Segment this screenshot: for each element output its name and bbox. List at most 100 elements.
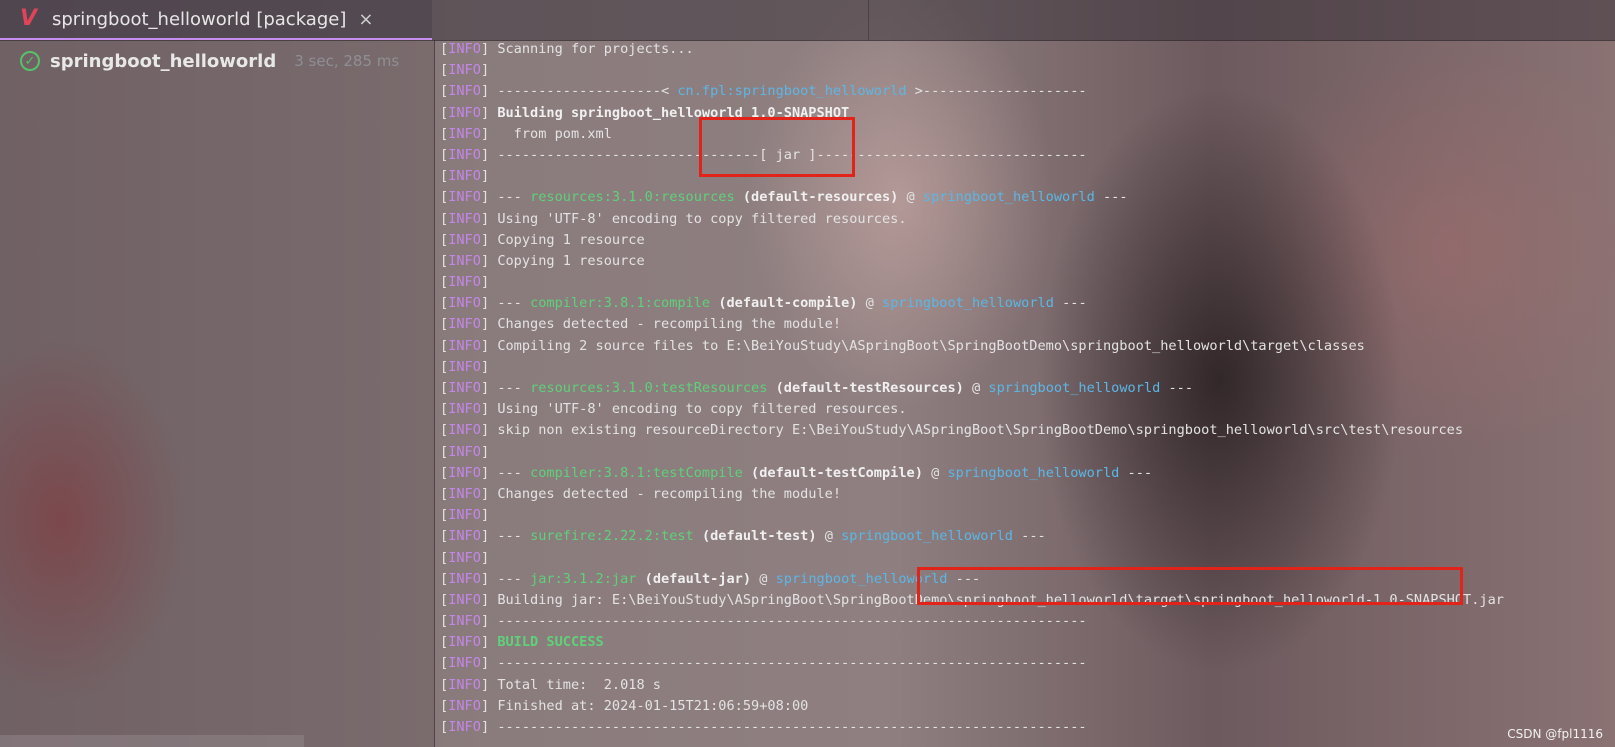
log-level: INFO	[448, 549, 481, 566]
console-line: [INFO]	[440, 443, 498, 460]
console-line: [INFO] ---------------------------------…	[440, 719, 1087, 735]
tab-title: springboot_helloworld [package]	[52, 8, 347, 30]
console-line: [INFO]	[440, 62, 498, 79]
console-line: [INFO] --- compiler:3.8.1:compile (defau…	[440, 295, 1087, 312]
console-line: [INFO] Changes detected - recompiling th…	[440, 485, 842, 502]
log-level: INFO	[448, 104, 481, 121]
console-text-t: Total time: 2.018 s	[497, 676, 661, 693]
log-level: INFO	[448, 464, 481, 481]
log-level: INFO	[448, 125, 481, 142]
console-line: [INFO]	[440, 507, 498, 524]
console-text-t: ---	[497, 380, 531, 396]
log-level: INFO	[448, 697, 481, 714]
console-text-bold: (default-resources)	[742, 189, 899, 206]
console-line: [INFO]	[440, 549, 498, 566]
log-level: INFO	[448, 337, 481, 354]
console-output[interactable]: [INFO] Scanning for projects... [INFO] [I…	[440, 39, 1610, 747]
console-line: [INFO] --------------------------------[…	[440, 146, 1087, 163]
console-text-plugin: resources:3.1.0:resources	[530, 189, 735, 206]
tab-divider	[868, 0, 869, 40]
log-level: INFO	[448, 189, 481, 206]
console-text-bold: (default-test)	[701, 528, 817, 545]
console-text-t: ---	[497, 295, 531, 312]
console-line: [INFO] ---------------------------------…	[440, 613, 1087, 630]
log-level: INFO	[448, 570, 481, 587]
console-line: [INFO] Using 'UTF-8' encoding to copy fi…	[440, 401, 907, 418]
run-duration: 3 sec, 285 ms	[294, 52, 400, 70]
log-level: INFO	[448, 231, 481, 248]
log-level: INFO	[448, 634, 481, 651]
tool-window-tab-bar: V springboot_helloworld [package] ×	[0, 0, 1615, 41]
console-text-t: ---	[497, 528, 531, 545]
console-text-t: Copying 1 resource	[497, 252, 645, 269]
log-level: INFO	[448, 62, 481, 79]
log-level: INFO	[448, 422, 481, 439]
console-text-proj: springboot_helloworld	[988, 380, 1161, 396]
log-level: INFO	[448, 719, 481, 735]
console-text-t: ---	[1094, 189, 1128, 206]
run-tree-item[interactable]: ✓ springboot_helloworld 3 sec, 285 ms	[20, 46, 399, 76]
console-line: [INFO] from pom.xml	[440, 125, 612, 142]
console-text-t: ---	[497, 464, 531, 481]
console-line: [INFO] Scanning for projects...	[440, 41, 694, 57]
console-text-t: @	[857, 295, 883, 312]
console-line: [INFO] BUILD SUCCESS	[440, 634, 604, 651]
console-text-bold: (default-testCompile)	[751, 464, 923, 481]
console-text-plugin: jar:3.1.2:jar	[530, 570, 637, 587]
console-text-t: ----------------------------------------…	[497, 613, 1087, 630]
log-level: INFO	[448, 295, 481, 312]
console-line: [INFO] Finished at: 2024-01-15T21:06:59+…	[440, 697, 809, 714]
console-text-t: ---	[497, 570, 531, 587]
console-line: [INFO] ---------------------------------…	[440, 655, 1087, 672]
console-text-t: @	[922, 464, 948, 481]
run-tree-panel: ✓ springboot_helloworld 3 sec, 285 ms	[0, 40, 435, 747]
console-text-t	[636, 571, 644, 587]
horizontal-scrollbar[interactable]	[0, 735, 304, 747]
console-text-t: Changes detected - recompiling the modul…	[497, 316, 842, 333]
log-level: INFO	[448, 358, 481, 375]
run-name: springboot_helloworld	[50, 50, 277, 72]
console-text-t: from pom.xml	[497, 125, 612, 142]
console-text-plugin: resources:3.1.0:testResources	[530, 380, 768, 396]
console-text-t	[735, 189, 743, 205]
console-line: [INFO] Building jar: E:\BeiYouStudy\ASpr…	[440, 591, 1504, 608]
console-line: [INFO] --- resources:3.1.0:resources (de…	[440, 189, 1128, 206]
console-text-proj: springboot_helloworld	[882, 295, 1054, 312]
console-line: [INFO] --- resources:3.1.0:testResources…	[440, 380, 1194, 396]
console-text-proj: springboot_helloworld	[922, 189, 1095, 206]
log-level: INFO	[448, 83, 481, 100]
close-icon[interactable]: ×	[358, 9, 373, 30]
console-text-t: ----------------------------------------…	[497, 719, 1087, 735]
console-text-t: ---	[1119, 464, 1153, 481]
console-line: [INFO] Using 'UTF-8' encoding to copy fi…	[440, 210, 907, 227]
console-text-t	[767, 380, 775, 396]
log-level: INFO	[448, 274, 481, 291]
console-text-proj: springboot_helloworld	[841, 528, 1013, 545]
log-level: INFO	[448, 316, 481, 333]
log-level: INFO	[448, 507, 481, 524]
console-line: [INFO] Changes detected - recompiling th…	[440, 316, 842, 333]
console-text-bold: (default-compile)	[718, 295, 858, 312]
console-text-t: ---	[947, 570, 981, 587]
console-text-t: Copying 1 resource	[497, 231, 645, 248]
run-tab[interactable]: V springboot_helloworld [package] ×	[0, 0, 432, 40]
console-text-t: @	[816, 528, 842, 545]
console-text-t: Building jar: E:\BeiYouStudy\ASpringBoot…	[497, 591, 1504, 608]
console-line: [INFO] --- compiler:3.8.1:testCompile (d…	[440, 464, 1153, 481]
console-line: [INFO]	[440, 168, 498, 185]
log-level: INFO	[448, 401, 481, 418]
console-text-proj: springboot_helloworld	[947, 464, 1120, 481]
log-level: INFO	[448, 168, 481, 185]
console-text-t: Scanning for projects...	[497, 41, 694, 57]
console-text-plugin: compiler:3.8.1:compile	[530, 295, 711, 312]
console-text-bold: (default-testResources)	[775, 380, 964, 396]
console-line: [INFO] skip non existing resourceDirecto…	[440, 422, 1464, 439]
console-line: [INFO] Building springboot_helloworld 1.…	[440, 104, 850, 121]
console-text-t: ---	[1053, 295, 1087, 312]
log-level: INFO	[448, 41, 481, 57]
console-line: [INFO] --------------------< cn.fpl:spri…	[440, 83, 1087, 100]
log-level: INFO	[448, 485, 481, 502]
console-line: [INFO]	[440, 274, 498, 291]
console-line: [INFO] Copying 1 resource	[440, 231, 645, 248]
console-line: [INFO] Copying 1 resource	[440, 252, 645, 269]
